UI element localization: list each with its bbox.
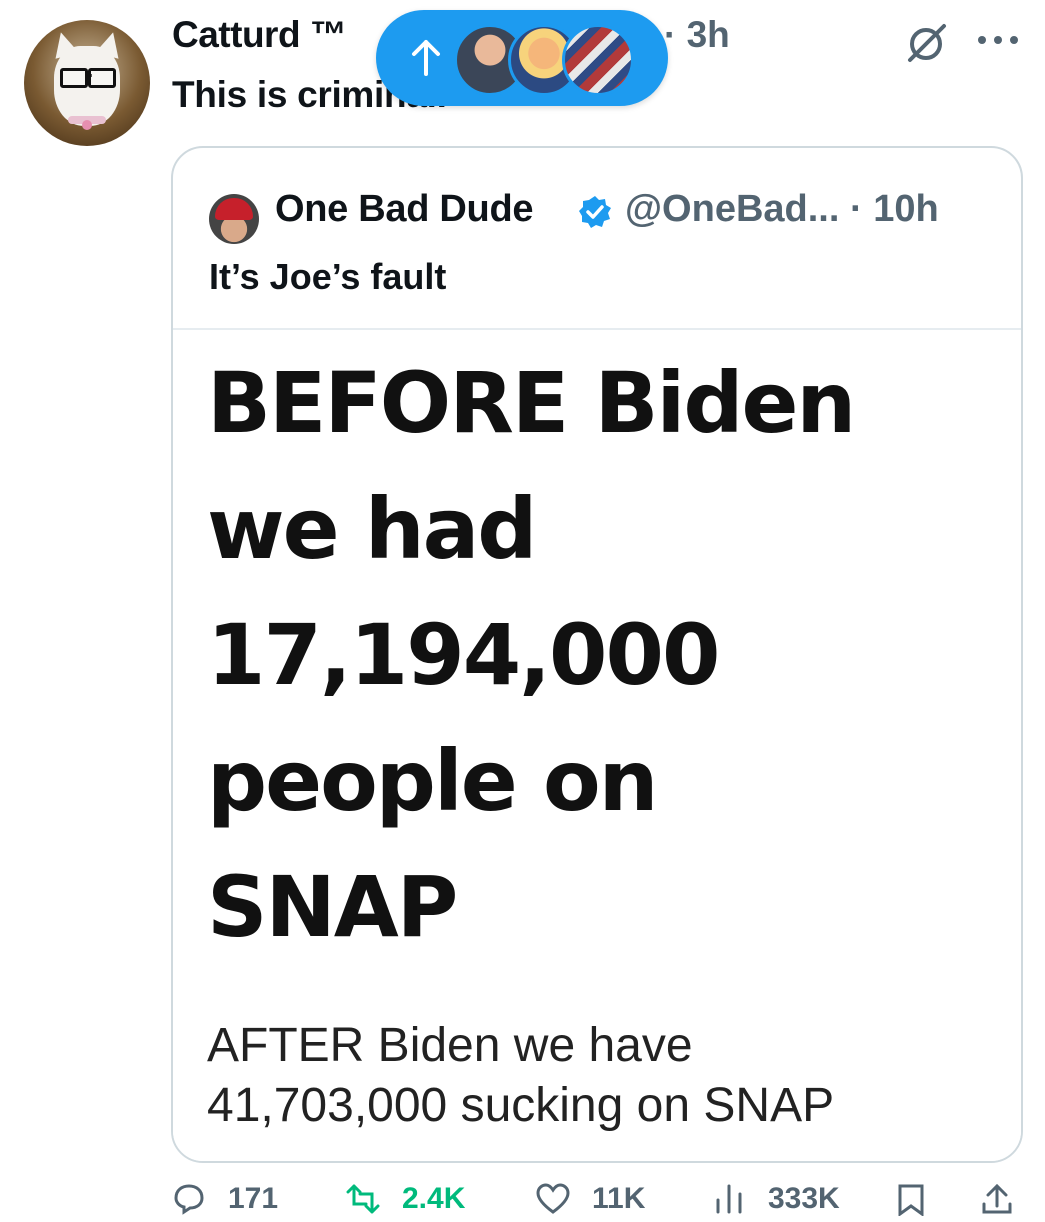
post-action-bar: 171 2.4K 11K 333K xyxy=(0,1182,1045,1222)
views-chart-icon xyxy=(716,1184,742,1214)
reply-count: 171 xyxy=(228,1182,279,1215)
views-count: 333K xyxy=(768,1182,840,1215)
image-headline-text: BEFORE Biden we had 17,194,000 people on… xyxy=(207,354,856,956)
quoted-post-card[interactable]: One Bad Dude @OneBad... · 10h It’s Joe’s… xyxy=(171,146,1023,1163)
author-name[interactable]: Catturd ™ xyxy=(172,14,347,56)
quoted-author-avatar[interactable] xyxy=(209,194,259,244)
quoted-handle-time[interactable]: @OneBad... · 10h xyxy=(625,188,939,231)
more-options-icon[interactable] xyxy=(976,30,1020,50)
repost-count: 2.4K xyxy=(402,1182,466,1215)
heart-icon xyxy=(536,1183,570,1214)
verified-badge-icon xyxy=(579,196,611,228)
share-icon xyxy=(982,1183,1012,1214)
new-post-avatar xyxy=(562,24,634,96)
like-count: 11K xyxy=(592,1182,646,1215)
arrow-up-icon xyxy=(412,40,440,76)
new-posts-pill[interactable] xyxy=(376,10,668,106)
reply-icon xyxy=(174,1184,204,1215)
author-avatar[interactable] xyxy=(24,20,150,146)
avatar-cat-glasses xyxy=(60,68,116,88)
bookmark-icon xyxy=(898,1184,924,1216)
quoted-post-text: It’s Joe’s fault xyxy=(209,256,447,297)
post-time[interactable]: · 3h xyxy=(664,14,730,56)
grok-icon[interactable] xyxy=(904,20,948,64)
quoted-post-image[interactable]: BEFORE Biden we had 17,194,000 people on… xyxy=(173,330,1021,1161)
repost-icon xyxy=(346,1184,380,1214)
image-caption-text: AFTER Biden we have 41,703,000 sucking o… xyxy=(207,1019,835,1132)
avatar-cat-bell xyxy=(82,120,92,130)
avatar-red-hat xyxy=(215,198,253,220)
quoted-author-name[interactable]: One Bad Dude xyxy=(275,188,534,231)
